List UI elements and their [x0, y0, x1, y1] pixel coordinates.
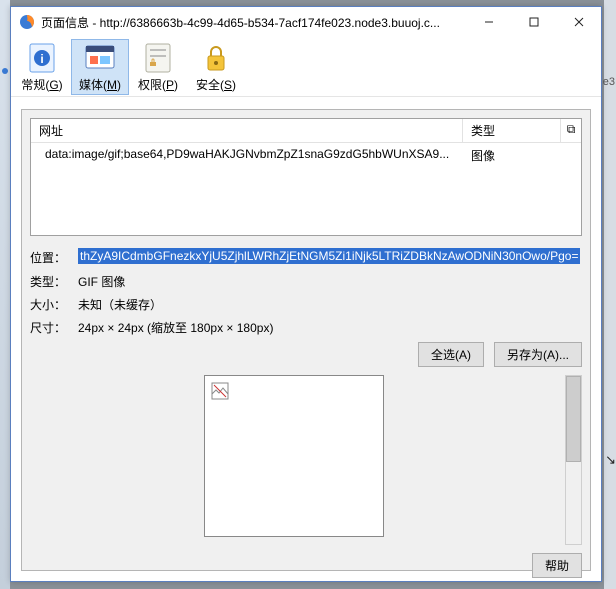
- size-value: 未知（未缓存）: [78, 296, 582, 313]
- firefox-icon: [19, 14, 35, 30]
- preview-box: [204, 375, 384, 537]
- broken-image-icon: [211, 382, 229, 400]
- cell-type: 图像: [465, 147, 581, 164]
- preview-area: [30, 375, 582, 545]
- list-header: 网址 类型 ⧉: [31, 119, 581, 143]
- titlebar: 页面信息 - http://6386663b-4c99-4d65-b534-7a…: [11, 7, 601, 37]
- svg-text:i: i: [40, 52, 43, 66]
- lock-icon: [200, 42, 232, 74]
- dim-value: 24px × 24px (缩放至 180px × 180px): [78, 319, 582, 336]
- help-button[interactable]: 帮助: [532, 553, 582, 578]
- dim-label: 尺寸：: [30, 319, 78, 336]
- col-overflow-icon[interactable]: ⧉: [561, 119, 581, 142]
- content-panel: 网址 类型 ⧉ data:image/gif;base64,PD9waHAKJG…: [21, 109, 591, 571]
- media-icon: [84, 42, 116, 74]
- tab-permissions[interactable]: 权限(P): [129, 39, 187, 95]
- list-row[interactable]: data:image/gif;base64,PD9waHAKJGNvbmZpZ1…: [31, 143, 581, 168]
- location-label: 位置：: [30, 249, 78, 266]
- type-label: 类型：: [30, 273, 78, 290]
- select-all-button[interactable]: 全选(A): [418, 342, 484, 367]
- col-url[interactable]: 网址: [31, 119, 463, 142]
- info-page-icon: i: [26, 42, 58, 74]
- type-value: GIF 图像: [78, 273, 582, 290]
- close-button[interactable]: [556, 7, 601, 37]
- properties-grid: 位置： thZyA9ICdmbGFnezkxYjU5ZjhlLWRhZjEtNG…: [30, 248, 582, 336]
- tab-security-label: 安全(S): [196, 76, 236, 93]
- tab-general-label: 常规(G): [21, 76, 62, 93]
- size-label: 大小：: [30, 296, 78, 313]
- maximize-button[interactable]: [511, 7, 556, 37]
- col-type[interactable]: 类型: [463, 119, 561, 142]
- page-info-window: 页面信息 - http://6386663b-4c99-4d65-b534-7a…: [10, 6, 602, 582]
- cell-url: data:image/gif;base64,PD9waHAKJGNvbmZpZ1…: [31, 147, 465, 164]
- minimize-button[interactable]: [466, 7, 511, 37]
- tab-permissions-label: 权限(P): [138, 76, 178, 93]
- tab-media-label: 媒体(M): [79, 76, 121, 93]
- tab-security[interactable]: 安全(S): [187, 39, 245, 95]
- location-value[interactable]: thZyA9ICdmbGFnezkxYjU5ZjhlLWRhZjEtNGM5Zi…: [78, 248, 580, 264]
- tab-general[interactable]: i 常规(G): [13, 39, 71, 95]
- tab-media[interactable]: 媒体(M): [71, 39, 129, 95]
- preview-scrollbar[interactable]: [565, 375, 582, 545]
- window-title: 页面信息 - http://6386663b-4c99-4d65-b534-7a…: [41, 14, 466, 31]
- view-toolbar: i 常规(G) 媒体(M) 权限(P) 安全(S): [11, 37, 601, 97]
- save-as-button[interactable]: 另存为(A)...: [494, 342, 582, 367]
- media-list[interactable]: 网址 类型 ⧉ data:image/gif;base64,PD9waHAKJG…: [30, 118, 582, 236]
- permissions-icon: [142, 42, 174, 74]
